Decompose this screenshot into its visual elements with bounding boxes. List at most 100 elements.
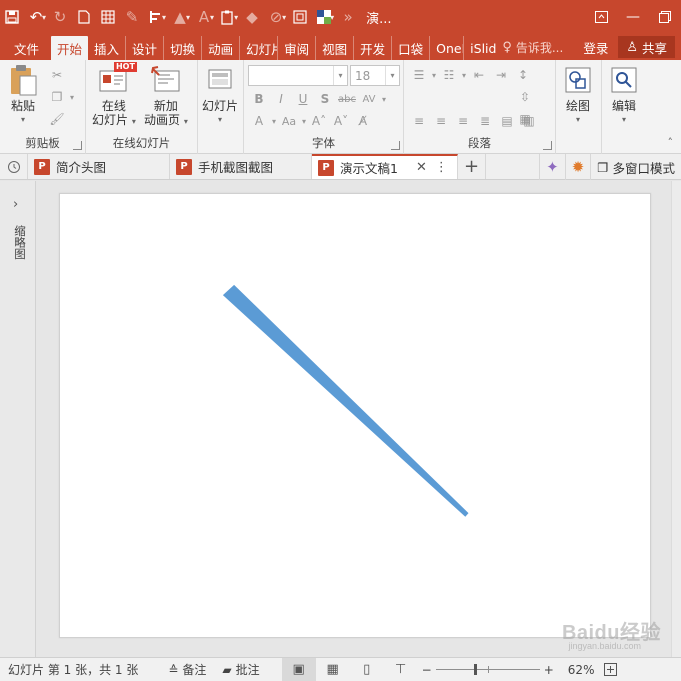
minimize-icon[interactable]: — [617,0,649,34]
clear-format-icon[interactable]: A̸ [354,112,372,130]
decrease-indent-icon[interactable]: ⇤ [470,66,488,84]
underline-icon[interactable]: U [294,90,312,108]
copy-dropdown-icon[interactable]: ▾ [70,93,74,102]
strikethrough-icon[interactable]: abc [338,90,356,108]
login-link[interactable]: 登录 [573,38,618,57]
change-case-dropdown-icon[interactable]: ▾ [302,117,306,126]
color-dropdown-icon[interactable]: ▾ [330,13,334,22]
tell-me-box[interactable]: ♀ 告诉我... [498,39,573,56]
expand-thumbnails-icon[interactable]: › [13,197,18,212]
new-tab-icon[interactable]: + [458,154,486,179]
vertical-scrollbar[interactable] [671,181,681,657]
zoom-slider[interactable] [435,664,540,675]
change-case-icon[interactable]: Aa [280,112,298,130]
distribute-icon[interactable]: ▤ [498,112,516,130]
tab-design[interactable]: 设计 [125,36,163,60]
tab-slideshow[interactable]: 幻灯片 [239,36,277,60]
clipboard-launcher-icon[interactable] [73,141,82,150]
tab-view[interactable]: 视图 [315,36,353,60]
text-direction-button[interactable]: ⇳ [516,88,534,106]
tab-onenote[interactable]: OneN [429,36,463,60]
highlight-dropdown-icon[interactable]: ▾ [186,13,190,22]
tab-menu-icon[interactable]: ⋮ [435,160,448,175]
font-color-a-icon[interactable]: A [250,112,268,130]
reading-view-icon[interactable]: ▯ [350,658,384,681]
tab-developer[interactable]: 开发 [353,36,391,60]
font-name-combo[interactable]: ▾ [248,65,348,86]
redo-icon[interactable]: ↻ [48,3,72,31]
shrink-font-icon[interactable]: A˅ [332,112,350,130]
align-left-icon[interactable]: ≡ [410,112,428,130]
normal-view-icon[interactable]: ▣ [281,657,316,681]
tab-animations[interactable]: 动画 [201,36,239,60]
italic-icon[interactable]: I [272,90,290,108]
doc-tab-phone-screenshot[interactable]: P 手机截图截图 [170,154,312,179]
zoom-slider-thumb[interactable] [474,664,478,675]
font-name-dropdown-icon[interactable]: ▾ [333,66,347,85]
slides-button[interactable]: 幻灯片 ▾ [202,63,238,127]
font-size-combo[interactable]: 18 ▾ [350,65,400,86]
ribbon-display-options-icon[interactable] [585,0,617,34]
font-color-dropdown-icon[interactable]: ▾ [210,13,214,22]
undo-dropdown-icon[interactable]: ▾ [42,13,46,22]
tab-transitions[interactable]: 切换 [163,36,201,60]
paste-options-dropdown-icon[interactable]: ▾ [234,13,238,22]
eyedropper-icon[interactable]: ✎ [120,3,144,31]
bullets-icon[interactable]: ☰ [410,66,428,84]
restore-icon[interactable] [649,0,681,34]
paragraph-launcher-icon[interactable] [543,141,552,150]
doc-tab-presentation1[interactable]: P 演示文稿1 ✕ ⋮ [312,154,458,179]
tab-insert[interactable]: 插入 [88,36,125,60]
slideshow-icon[interactable]: ⊤ [384,658,418,681]
grow-font-icon[interactable]: A˄ [310,112,328,130]
editing-button[interactable]: 编辑 ▾ [607,63,641,127]
cut-button[interactable]: ✂ [48,66,66,84]
align-right-icon[interactable]: ≡ [454,112,472,130]
copy-button[interactable]: ❐ ▾ [48,88,74,106]
font-size-dropdown-icon[interactable]: ▾ [385,66,399,85]
zoom-in-icon[interactable]: + [544,663,554,677]
share-button[interactable]: ♙ 共享 [618,36,675,58]
font-color-a-dropdown-icon[interactable]: ▾ [272,117,276,126]
new-document-icon[interactable] [72,3,96,31]
paste-dropdown-icon[interactable]: ▾ [21,113,25,127]
notes-button[interactable]: ≙ 备注 [160,658,214,681]
bullets-dropdown-icon[interactable]: ▾ [432,71,436,80]
tab-review[interactable]: 审阅 [277,36,315,60]
drawing-button[interactable]: 绘图 ▾ [561,63,595,127]
settings-gear-icon[interactable]: ✹ [564,154,591,180]
tab-file[interactable]: 文件 [0,36,51,60]
shadow-icon[interactable]: S [316,90,334,108]
eraser-icon[interactable]: ◆ [240,3,264,31]
paste-button[interactable]: 粘贴 ▾ [6,63,40,127]
table-icon[interactable] [96,3,120,31]
increase-indent-icon[interactable]: ⇥ [492,66,510,84]
doc-tab-intro-header[interactable]: P 简介头图 [28,154,170,179]
zoom-level[interactable]: 62% [558,658,601,681]
justify-icon[interactable]: ≣ [476,112,494,130]
font-launcher-icon[interactable] [391,141,400,150]
tab-home[interactable]: 开始 [51,36,89,60]
more-commands-icon[interactable]: » [336,3,360,31]
tab-islide[interactable]: iSlide [463,36,497,60]
thumbnail-pane-label[interactable]: 缩略图 [12,225,27,260]
columns-icon[interactable]: ▥ [520,112,538,130]
new-animation-page-button[interactable]: 新加 动画页 ▾ [144,63,188,129]
numbering-icon[interactable]: ☷ [440,66,458,84]
online-slide-button[interactable]: HOT 在线 幻灯片 ▾ [92,62,137,129]
slide-sorter-icon[interactable]: ▦ [316,658,350,681]
slide-canvas[interactable] [59,193,651,638]
zoom-out-icon[interactable]: − [422,663,432,677]
arrow-shape[interactable] [222,284,469,517]
collapse-ribbon-icon[interactable]: ˄ [668,136,674,149]
spacing-icon[interactable]: AV [360,90,378,108]
numbering-dropdown-icon[interactable]: ▾ [462,71,466,80]
align-dropdown-icon[interactable]: ▾ [162,13,166,22]
islide-star-icon[interactable]: ✦ [539,154,565,180]
tab-pocket[interactable]: 口袋 [391,36,429,60]
bold-icon[interactable]: B [250,90,268,108]
align-center-icon[interactable]: ≡ [432,112,450,130]
fit-to-window-icon[interactable] [600,658,621,681]
spacing-dropdown-icon[interactable]: ▾ [382,95,386,104]
close-tab-icon[interactable]: ✕ [416,160,427,175]
